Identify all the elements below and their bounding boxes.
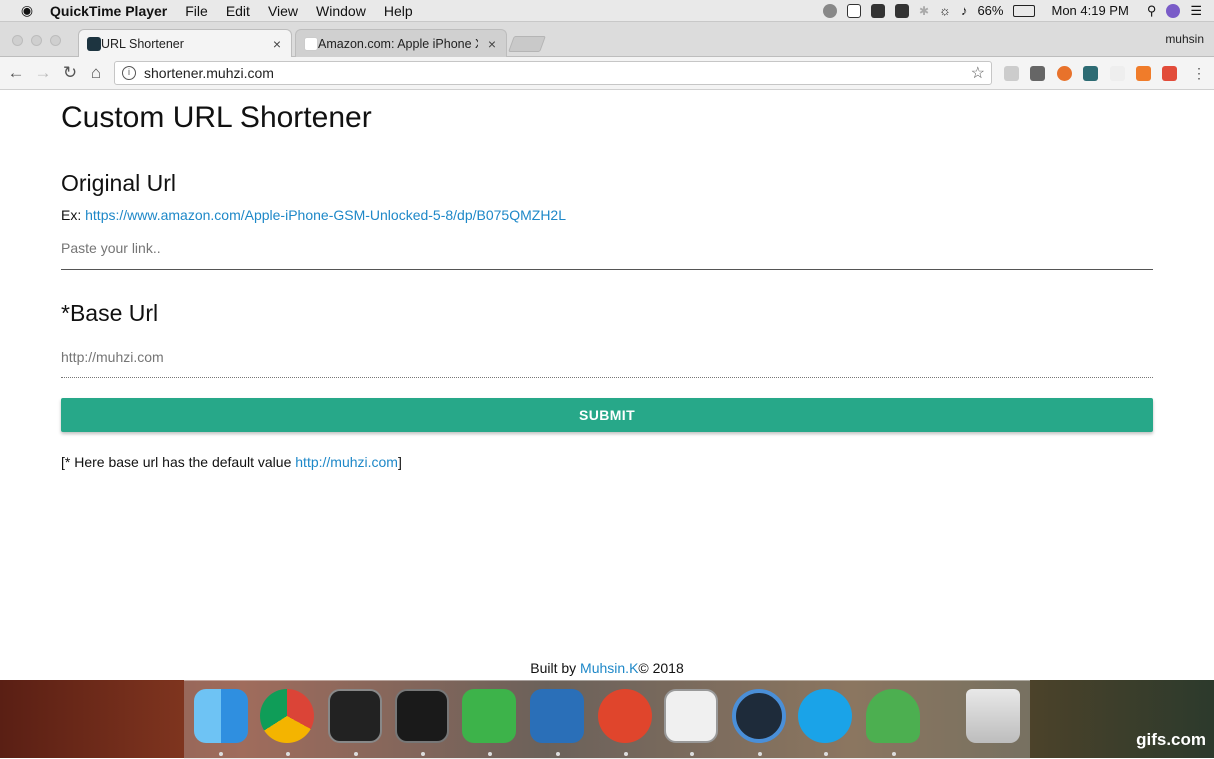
- page-title: Custom URL Shortener: [61, 101, 372, 134]
- reload-icon[interactable]: ↻: [59, 62, 81, 84]
- chrome-menu-icon[interactable]: ⋮: [1188, 62, 1210, 84]
- original-url-heading: Original Url: [61, 170, 177, 196]
- chrome-icon[interactable]: [260, 689, 314, 743]
- running-indicator: [556, 752, 560, 756]
- desktop-wallpaper: [0, 680, 1214, 759]
- original-url-underline: [61, 269, 1153, 270]
- skype-icon[interactable]: [798, 689, 852, 743]
- address-bar[interactable]: i shortener.muhzi.com ☆: [114, 61, 992, 85]
- wifi-icon[interactable]: ☼: [939, 3, 951, 18]
- apple-menu-icon[interactable]: ◉: [18, 2, 36, 19]
- window-close-button[interactable]: [12, 35, 23, 46]
- terminal-icon[interactable]: [328, 689, 382, 743]
- running-indicator: [892, 752, 896, 756]
- bookmark-star-icon[interactable]: ☆: [971, 63, 985, 83]
- tab-url-shortener[interactable]: URL Shortener ×: [78, 29, 292, 57]
- menu-bar: ◉ QuickTime Player File Edit View Window…: [0, 0, 1214, 22]
- forward-icon[interactable]: →: [32, 62, 54, 84]
- footer: Built by Muhsin.K© 2018: [0, 660, 1214, 676]
- profile-name[interactable]: muhsin: [1165, 32, 1204, 46]
- notification-center-icon[interactable]: ☰: [1190, 3, 1202, 19]
- example-line: Ex: https://www.amazon.com/Apple-iPhone-…: [61, 207, 566, 223]
- shield-extension-icon[interactable]: [1004, 66, 1019, 81]
- menu-view[interactable]: View: [268, 3, 298, 19]
- tab-title: URL Shortener: [101, 36, 184, 51]
- running-indicator: [219, 752, 223, 756]
- running-indicator: [690, 752, 694, 756]
- evernote-status-icon[interactable]: [894, 3, 909, 18]
- running-indicator: [758, 752, 762, 756]
- evernote-icon[interactable]: [462, 689, 516, 743]
- infinity-extension-icon[interactable]: [1030, 66, 1045, 81]
- submit-button[interactable]: SUBMIT: [61, 398, 1153, 432]
- battery-percent[interactable]: 66%: [977, 3, 1003, 18]
- footer-prefix: Built by: [530, 660, 581, 676]
- home-icon[interactable]: ⌂: [85, 62, 107, 84]
- rocket-app-icon[interactable]: [866, 689, 920, 743]
- running-indicator: [286, 752, 290, 756]
- trash-icon[interactable]: [966, 689, 1020, 743]
- dock: [184, 680, 1030, 759]
- running-indicator: [824, 752, 828, 756]
- quicktime-icon[interactable]: [732, 689, 786, 743]
- vscode-icon[interactable]: [530, 689, 584, 743]
- tab-title: Amazon.com: Apple iPhone X,: [318, 36, 478, 51]
- footer-author-link[interactable]: Muhsin.K: [580, 660, 638, 676]
- grid-extension-icon[interactable]: [1162, 66, 1177, 81]
- window-minimize-button[interactable]: [31, 35, 42, 46]
- example-prefix: Ex:: [61, 207, 86, 223]
- battery-icon[interactable]: [1013, 4, 1036, 17]
- y-extension-icon[interactable]: [1136, 66, 1151, 81]
- watermark: gifs.com: [1136, 730, 1206, 749]
- footer-suffix: © 2018: [638, 660, 684, 676]
- menu-file[interactable]: File: [185, 3, 208, 19]
- blank-extension-icon[interactable]: [1110, 66, 1125, 81]
- note-prefix: [* Here base url has the default value: [61, 454, 296, 470]
- running-indicator: [354, 752, 358, 756]
- menu-status-area: ✱ ☼ ♪ 66% Mon 4:19 PM ⚲ ☰: [822, 3, 1214, 19]
- bluetooth-icon[interactable]: ✱: [919, 4, 929, 18]
- running-indicator: [488, 752, 492, 756]
- window-zoom-button[interactable]: [50, 35, 61, 46]
- running-indicator: [421, 752, 425, 756]
- base-url-input[interactable]: [61, 347, 1153, 367]
- menu-window[interactable]: Window: [316, 3, 366, 19]
- url-text[interactable]: shortener.muhzi.com: [144, 65, 274, 81]
- base-url-note: [* Here base url has the default value h…: [61, 454, 402, 470]
- react-extension-icon[interactable]: [1083, 66, 1098, 81]
- postman-icon[interactable]: [598, 689, 652, 743]
- tab-close-icon[interactable]: ×: [273, 36, 281, 52]
- back-icon[interactable]: ←: [5, 62, 27, 84]
- dropbox-icon[interactable]: [870, 3, 885, 18]
- base-url-underline: [61, 377, 1153, 378]
- browser-toolbar: ← → ↻ ⌂ i shortener.muhzi.com ☆ ⋮: [0, 57, 1214, 90]
- note-suffix: ]: [397, 454, 402, 470]
- react-favicon-icon: [87, 36, 101, 51]
- tab-amazon[interactable]: Amazon.com: Apple iPhone X, ×: [295, 29, 507, 57]
- original-url-input[interactable]: [61, 238, 1153, 258]
- new-tab-button[interactable]: [508, 36, 546, 52]
- code-editor-icon[interactable]: [664, 689, 718, 743]
- tab-strip: URL Shortener × Amazon.com: Apple iPhone…: [0, 22, 1214, 57]
- finder-icon[interactable]: [194, 689, 248, 743]
- page-content: Custom URL Shortener Original Url Ex: ht…: [0, 90, 1214, 680]
- record-icon[interactable]: [822, 3, 837, 18]
- clock[interactable]: Mon 4:19 PM: [1051, 3, 1128, 18]
- menu-help[interactable]: Help: [384, 3, 413, 19]
- running-indicator: [624, 752, 628, 756]
- tab-close-icon[interactable]: ×: [488, 36, 496, 52]
- app-status-icon[interactable]: [846, 3, 861, 18]
- info-icon[interactable]: i: [122, 66, 136, 80]
- amazon-favicon-icon: [304, 36, 318, 51]
- p-extension-icon[interactable]: [1057, 66, 1072, 81]
- menu-app-name[interactable]: QuickTime Player: [50, 3, 167, 19]
- example-link[interactable]: https://www.amazon.com/Apple-iPhone-GSM-…: [85, 207, 566, 223]
- menu-edit[interactable]: Edit: [226, 3, 250, 19]
- activity-monitor-icon[interactable]: [395, 689, 449, 743]
- volume-icon[interactable]: ♪: [961, 3, 968, 18]
- user-avatar-icon[interactable]: [1166, 3, 1181, 18]
- spotlight-search-icon[interactable]: ⚲: [1147, 3, 1157, 19]
- note-link[interactable]: http://muhzi.com: [295, 454, 398, 470]
- base-url-heading: *Base Url: [61, 300, 159, 326]
